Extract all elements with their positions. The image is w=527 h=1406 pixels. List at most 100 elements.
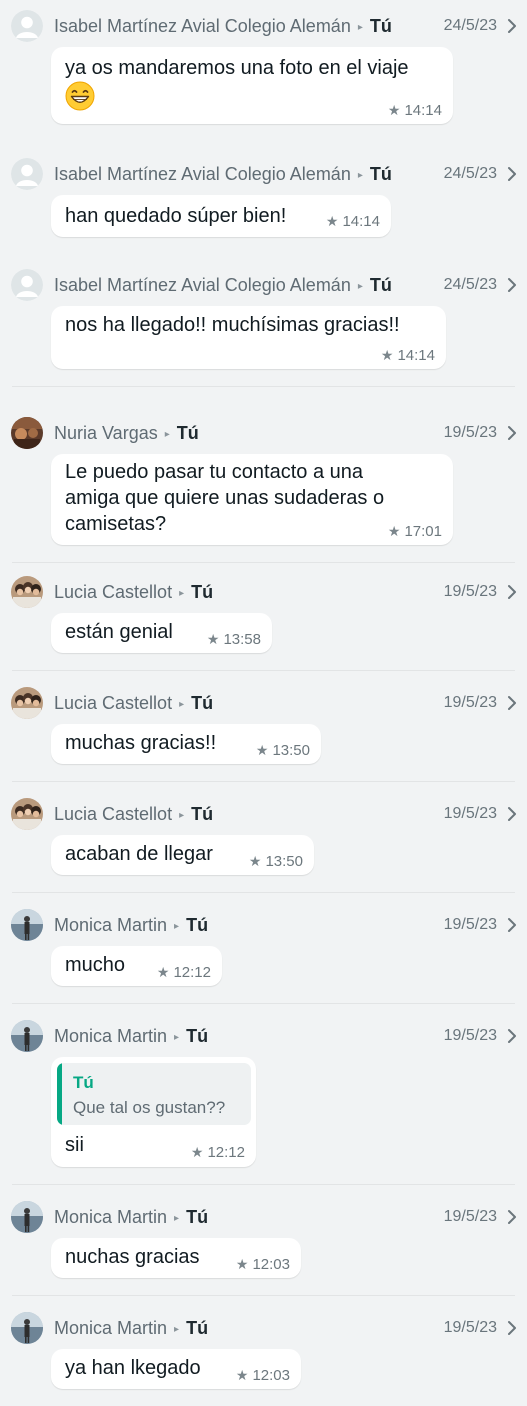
message-header[interactable]: Lucia Castellot ▸ Tú 19/5/23 (0, 575, 527, 609)
triangle-right-icon: ▸ (174, 1032, 180, 1043)
avatar[interactable] (11, 1020, 43, 1052)
starred-message-item[interactable]: Lucia Castellot ▸ Tú 19/5/23 muchas gracias!… (0, 686, 527, 768)
starred-message-item[interactable]: Monica Martin ▸ Tú 19/5/23 ya han lkegado ★ 12… (0, 1311, 527, 1393)
message-meta: ★ 12:03 (236, 1255, 290, 1274)
message-header[interactable]: Monica Martin ▸ Tú 19/5/23 (0, 908, 527, 942)
starred-message-item[interactable]: Monica Martin ▸ Tú 19/5/23 nuchas gracias ★ 12… (0, 1200, 527, 1282)
message-header[interactable]: Lucia Castellot ▸ Tú 19/5/23 (0, 797, 527, 831)
message-bubble[interactable]: están genial ★ 13:58 (51, 613, 272, 653)
recipient-name: Tú (369, 16, 392, 36)
message-date: 19/5/23 (443, 1027, 497, 1044)
message-header[interactable]: Monica Martin ▸ Tú 19/5/23 (0, 1019, 527, 1053)
message-bubble[interactable]: ya han lkegado ★ 12:03 (51, 1349, 301, 1389)
quote-author: Tú (73, 1073, 94, 1092)
message-bubble[interactable]: Tú Que tal os gustan?? sii ★ 12:12 (51, 1057, 256, 1167)
avatar[interactable] (11, 158, 43, 190)
starred-message-item[interactable]: Isabel Martínez Avial Colegio Alemán ▸ Tú 2… (0, 9, 527, 128)
chevron-right-icon[interactable] (505, 163, 519, 185)
message-time: 12:12 (207, 1144, 245, 1161)
starred-message-item[interactable]: Isabel Martínez Avial Colegio Alemán ▸ Tú 2… (0, 157, 527, 241)
quoted-message[interactable]: Tú Que tal os gustan?? (57, 1063, 251, 1125)
avatar[interactable] (11, 1312, 43, 1344)
triangle-right-icon: ▸ (174, 1324, 180, 1335)
avatar[interactable] (11, 269, 43, 301)
recipient-name: Tú (186, 1026, 209, 1046)
starred-message-item[interactable]: Nuria Vargas ▸ Tú 19/5/23 Le puedo pasar tu … (0, 416, 527, 549)
recipient-name: Tú (186, 915, 209, 935)
sender-name: Isabel Martínez Avial Colegio Alemán (54, 16, 351, 36)
star-icon: ★ (387, 523, 401, 539)
grinning-face-icon (65, 81, 95, 111)
avatar[interactable] (11, 576, 43, 608)
message-header[interactable]: Isabel Martínez Avial Colegio Alemán ▸ Tú 2… (0, 157, 527, 191)
triangle-right-icon: ▸ (357, 22, 363, 33)
starred-message-item[interactable]: Isabel Martínez Avial Colegio Alemán ▸ Tú 2… (0, 268, 527, 373)
chevron-right-icon[interactable] (505, 274, 519, 296)
divider (12, 562, 515, 563)
triangle-right-icon: ▸ (174, 1213, 180, 1224)
recipient-name: Tú (191, 804, 214, 824)
message-header[interactable]: Lucia Castellot ▸ Tú 19/5/23 (0, 686, 527, 720)
avatar[interactable] (11, 909, 43, 941)
chevron-right-icon[interactable] (505, 914, 519, 936)
message-time: 13:50 (272, 742, 310, 759)
triangle-right-icon: ▸ (179, 810, 185, 821)
avatar[interactable] (11, 10, 43, 42)
message-bubble[interactable]: muchas gracias!! ★ 13:50 (51, 724, 321, 764)
chevron-right-icon[interactable] (505, 1025, 519, 1047)
recipient-name: Tú (191, 582, 214, 602)
message-date: 19/5/23 (443, 916, 497, 933)
message-bubble[interactable]: Le puedo pasar tu contacto a una amiga q… (51, 454, 453, 545)
sender-line: Isabel Martínez Avial Colegio Alemán ▸ Tú (54, 15, 392, 39)
message-header[interactable]: Isabel Martínez Avial Colegio Alemán ▸ Tú 2… (0, 9, 527, 43)
quote-text: Que tal os gustan?? (73, 1098, 226, 1117)
message-bubble[interactable]: nos ha llegado!! muchísimas gracias!! ★ 14… (51, 306, 446, 369)
chevron-right-icon[interactable] (505, 422, 519, 444)
message-bubble[interactable]: acaban de llegar ★ 13:50 (51, 835, 314, 875)
sender-name: Monica Martin (54, 1318, 168, 1338)
message-time: 13:50 (265, 853, 303, 870)
star-icon: ★ (255, 742, 269, 758)
message-bubble[interactable]: han quedado súper bien! ★ 14:14 (51, 195, 391, 237)
chevron-right-icon[interactable] (505, 692, 519, 714)
message-bubble[interactable]: nuchas gracias ★ 12:03 (51, 1238, 301, 1278)
sender-line: Lucia Castellot ▸ Tú (54, 581, 213, 605)
avatar[interactable] (11, 1201, 43, 1233)
message-header[interactable]: Monica Martin ▸ Tú 19/5/23 (0, 1311, 527, 1345)
message-bubble[interactable]: ya os mandaremos una foto en el viaje ★ 14… (51, 47, 453, 124)
message-header[interactable]: Isabel Martínez Avial Colegio Alemán ▸ Tú 2… (0, 268, 527, 302)
sender-line: Isabel Martínez Avial Colegio Alemán ▸ Tú (54, 163, 392, 187)
starred-message-item[interactable]: Monica Martin ▸ Tú 19/5/23 mucho ★ 12:12 (0, 908, 527, 990)
chevron-right-icon[interactable] (505, 15, 519, 37)
starred-message-item[interactable]: Monica Martin ▸ Tú 19/5/23 Tú Que tal os gust… (0, 1019, 527, 1171)
sender-name: Monica Martin (54, 1026, 168, 1046)
avatar[interactable] (11, 417, 43, 449)
avatar[interactable] (11, 798, 43, 830)
message-meta: ★ 17:01 (388, 522, 442, 541)
avatar[interactable] (11, 687, 43, 719)
recipient-name: Tú (369, 275, 392, 295)
message-body: ya os mandaremos una foto en el viaje (65, 55, 409, 113)
message-text: nuchas gracias (65, 1246, 200, 1268)
message-header[interactable]: Monica Martin ▸ Tú 19/5/23 (0, 1200, 527, 1234)
chevron-right-icon[interactable] (505, 1206, 519, 1228)
chevron-right-icon[interactable] (505, 1317, 519, 1339)
chevron-right-icon[interactable] (505, 803, 519, 825)
chevron-right-icon[interactable] (505, 581, 519, 603)
sender-name: Isabel Martínez Avial Colegio Alemán (54, 275, 351, 295)
message-text: mucho (65, 954, 126, 976)
message-meta: ★ 13:58 (207, 630, 261, 649)
star-icon: ★ (248, 853, 262, 869)
message-meta: ★ 12:03 (236, 1366, 290, 1385)
sender-line: Monica Martin ▸ Tú (54, 1317, 208, 1341)
starred-message-item[interactable]: Lucia Castellot ▸ Tú 19/5/23 están genial ★ 13… (0, 575, 527, 657)
divider (12, 670, 515, 671)
divider (12, 1184, 515, 1185)
starred-message-item[interactable]: Lucia Castellot ▸ Tú 19/5/23 acaban de llega… (0, 797, 527, 879)
message-header[interactable]: Nuria Vargas ▸ Tú 19/5/23 (0, 416, 527, 450)
quote-accent-bar (57, 1063, 62, 1125)
sender-name: Isabel Martínez Avial Colegio Alemán (54, 164, 351, 184)
recipient-name: Tú (191, 693, 214, 713)
message-bubble[interactable]: mucho ★ 12:12 (51, 946, 222, 986)
sender-name: Nuria Vargas (54, 423, 158, 443)
